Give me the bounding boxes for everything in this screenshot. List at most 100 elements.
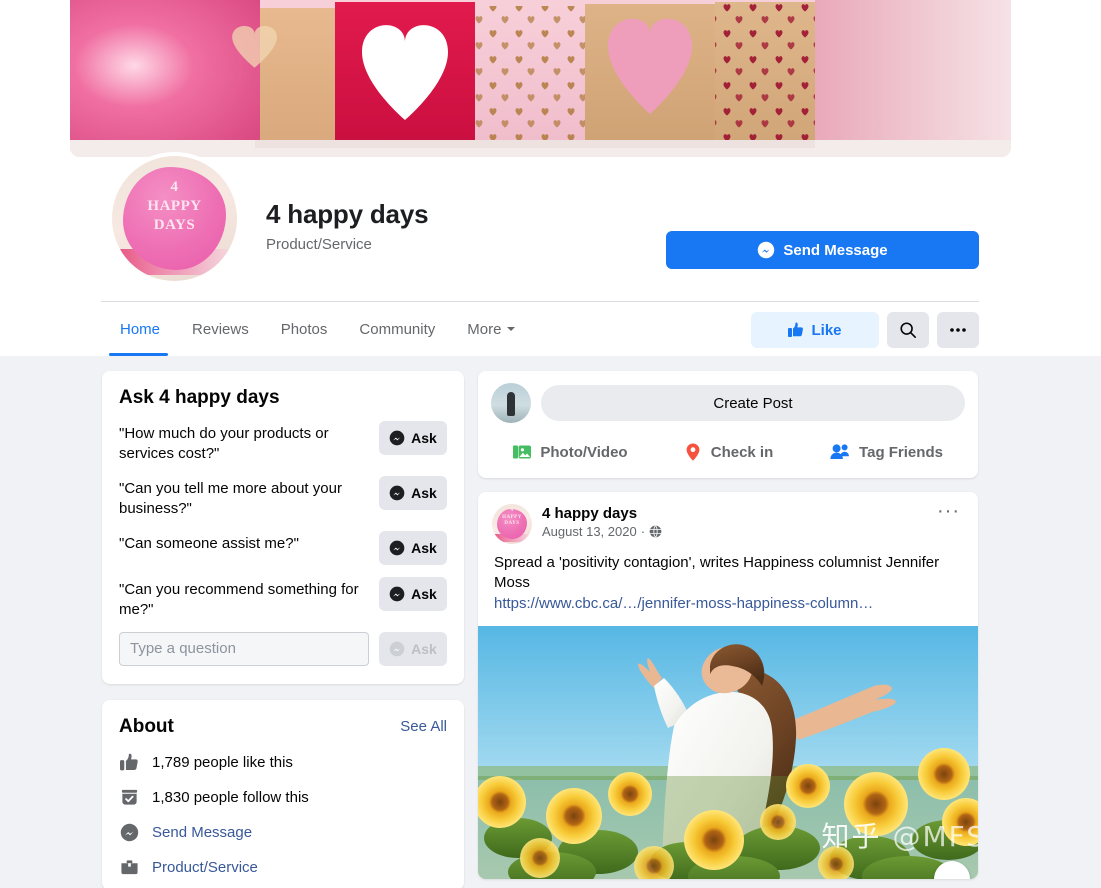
create-post-top-row: Create Post [491,383,965,423]
ask-button-label: Ask [411,539,437,556]
create-post-input[interactable]: Create Post [541,385,965,421]
post-image-art [478,626,978,880]
briefcase-icon [119,858,139,878]
ask-button-1[interactable]: Ask [379,421,447,455]
messenger-icon [119,823,139,843]
about-row-send-message[interactable]: Send Message [119,823,447,843]
post-body: Spread a 'positivity contagion', writes … [478,544,978,614]
tab-reviews-label: Reviews [192,320,249,338]
ask-question-row: "How much do your products or services c… [119,421,447,464]
ask-submit-label: Ask [411,640,437,657]
about-card-header: About See All [119,716,447,738]
messenger-icon [389,430,405,446]
messenger-icon [389,485,405,501]
tab-community[interactable]: Community [343,302,451,356]
facebook-page-screenshot: 4 HAPPY DAYS 4 happy days Product/Servic… [0,0,1101,888]
post-timestamp-row: August 13, 2020 · [542,524,933,539]
tab-reviews[interactable]: Reviews [176,302,265,356]
post-meta: 4 happy days August 13, 2020 · [542,504,933,539]
create-post-card: Create Post Photo/Video Check in Tag Fri… [478,371,978,478]
ask-button-label: Ask [411,484,437,501]
ask-question-input[interactable] [119,631,369,666]
about-send-message-text: Send Message [152,824,253,842]
chevron-down-icon [506,324,516,334]
tab-home[interactable]: Home [101,302,176,356]
profile-content-column: 4 HAPPY DAYS 4 happy days Product/Servic… [101,0,979,356]
post-header: 4 HAPPY DAYS 4 happy days August 13, 202… [478,492,978,544]
avatar-logo-line-2: HAPPY [147,198,202,215]
thumbs-up-icon [119,753,139,773]
post-image[interactable]: 知乎 @MFSHOP [478,626,978,880]
page-more-options-button[interactable] [937,312,979,348]
tab-more-label: More [467,320,502,338]
like-button[interactable]: Like [751,312,879,348]
check-in-label: Check in [710,443,774,461]
tab-more[interactable]: More [451,302,532,356]
about-row-follows: 1,830 people follow this [119,788,447,808]
ask-card-title: Ask 4 happy days [119,387,280,408]
send-message-button[interactable]: Send Message [666,231,979,269]
about-category-text: Product/Service [152,859,258,877]
page-nav-tabs: Home Reviews Photos Community More [101,302,532,356]
messenger-icon [389,641,405,657]
ask-button-label: Ask [411,585,437,602]
about-likes-text: 1,789 people like this [152,754,293,772]
feed-post: 4 HAPPY DAYS 4 happy days August 13, 202… [478,492,978,880]
post-avatar-logo-text: 4 HAPPY DAYS [492,508,532,528]
ask-button-2[interactable]: Ask [379,475,447,510]
tab-photos-label: Photos [280,320,328,338]
page-category: Product/Service [266,236,372,253]
follow-check-icon [119,788,139,808]
ask-button-3[interactable]: Ask [379,530,447,565]
post-author-name[interactable]: 4 happy days [542,505,933,522]
messenger-icon [757,241,775,259]
avatar-logo-line-1: 4 [170,179,179,195]
tag-friends-label: Tag Friends [859,443,943,461]
ask-card: Ask 4 happy days "How much do your produ… [102,371,464,684]
post-date-text[interactable]: August 13, 2020 [542,524,637,539]
search-button[interactable] [887,312,929,348]
user-avatar-figure [507,392,515,416]
about-card-title: About [119,715,174,737]
main-feed-column: Create Post Photo/Video Check in Tag Fri… [478,371,978,880]
tab-home-label: Home [120,320,161,338]
post-text: Spread a 'positivity contagion', writes … [494,554,940,592]
photo-video-button[interactable]: Photo/Video [491,438,649,466]
ask-question-text: "Can you recommend something for me?" [119,580,359,618]
feed-zone: Ask 4 happy days "How much do your produ… [0,356,1101,888]
search-icon [899,321,917,339]
ask-submit-button[interactable]: Ask [379,631,447,666]
about-follows-text: 1,830 people follow this [152,789,309,807]
tag-friends-icon [829,442,851,462]
ask-question-text: "Can you tell me more about your busines… [119,479,342,517]
post-separator: · [640,524,646,539]
messenger-icon [389,586,405,602]
ask-button-4[interactable]: Ask [379,576,447,611]
location-pin-icon [683,442,703,462]
post-avatar-line-3: DAYS [504,521,520,526]
user-avatar[interactable] [491,383,531,423]
about-row-category[interactable]: Product/Service [119,858,447,878]
ask-question-text: "Can someone assist me?" [119,534,299,552]
post-link[interactable]: https://www.cbc.ca/…/jennifer-moss-happi… [494,595,962,612]
about-card: About See All 1,789 people like this 1,8… [102,699,464,888]
post-options-button[interactable]: ··· [933,501,964,521]
thumbs-up-icon [788,322,804,338]
photo-video-icon [512,442,532,462]
tag-friends-button[interactable]: Tag Friends [807,438,965,466]
send-message-label: Send Message [783,241,888,259]
ask-question-row: "Can someone assist me?" Ask [119,530,447,565]
ask-question-row: "Can you tell me more about your busines… [119,475,447,519]
check-in-button[interactable]: Check in [649,438,807,466]
page-nav-actions: Like [751,302,979,348]
avatar-logo-text: 4 HAPPY DAYS [112,178,237,236]
left-sidebar-column: Ask 4 happy days "How much do your produ… [102,371,464,888]
about-see-all-link[interactable]: See All [400,718,447,735]
tab-photos[interactable]: Photos [265,302,344,356]
page-profile-picture[interactable]: 4 HAPPY DAYS [108,152,241,285]
messenger-icon [389,540,405,556]
post-author-avatar[interactable]: 4 HAPPY DAYS [492,504,532,544]
ask-button-label: Ask [411,430,437,446]
like-button-label: Like [811,321,842,339]
ask-custom-question-row: Ask [119,631,447,666]
